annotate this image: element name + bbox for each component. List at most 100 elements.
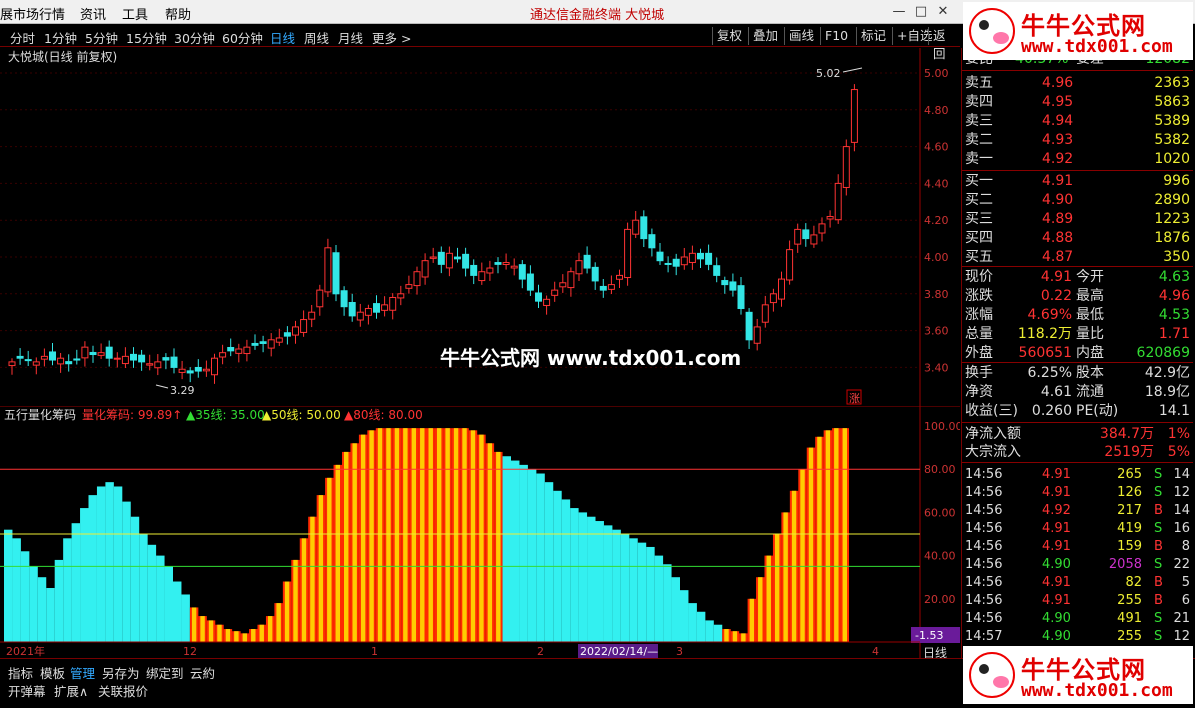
candle-body[interactable]: [300, 319, 308, 333]
candle-body[interactable]: [826, 216, 834, 220]
candle-body[interactable]: [73, 358, 81, 361]
candle-body[interactable]: [575, 260, 583, 275]
candle-body[interactable]: [170, 356, 178, 368]
tab-1min[interactable]: 1分钟: [44, 28, 77, 47]
candle-body[interactable]: [316, 289, 324, 308]
candle-body[interactable]: [510, 265, 518, 269]
candle-body[interactable]: [786, 249, 794, 281]
candle-body[interactable]: [267, 339, 275, 349]
candle-body[interactable]: [8, 361, 16, 367]
candle-body[interactable]: [713, 265, 721, 276]
tab-5min[interactable]: 5分钟: [85, 28, 118, 47]
candle-body[interactable]: [551, 289, 559, 296]
f10-button[interactable]: F10: [820, 27, 852, 45]
back-button[interactable]: 返回: [928, 27, 960, 61]
candle-body[interactable]: [672, 258, 680, 267]
candle-body[interactable]: [340, 290, 348, 308]
candle-body[interactable]: [235, 348, 243, 354]
candle-body[interactable]: [194, 366, 202, 372]
candle-body[interactable]: [219, 352, 227, 358]
candle-body[interactable]: [688, 252, 696, 263]
close-icon[interactable]: ✕: [934, 3, 952, 21]
candle-body[interactable]: [332, 252, 340, 295]
candle-body[interactable]: [753, 326, 761, 344]
candle-body[interactable]: [186, 370, 194, 374]
menu-news[interactable]: 资讯: [80, 4, 106, 23]
indicator-panel[interactable]: 100.00 80.00 60.00 40.00 20.00 五行量化筹码 量化筹码: …: [0, 406, 960, 658]
candle-body[interactable]: [57, 357, 65, 365]
candle-body[interactable]: [211, 357, 218, 376]
candle-body[interactable]: [81, 346, 89, 359]
tab-cloud[interactable]: 云約: [190, 663, 215, 682]
candle-body[interactable]: [146, 363, 154, 366]
candle-body[interactable]: [697, 252, 704, 260]
candle-body[interactable]: [130, 353, 137, 361]
candle-body[interactable]: [502, 262, 510, 266]
candle-body[interactable]: [373, 303, 380, 313]
candle-body[interactable]: [49, 351, 56, 361]
candle-body[interactable]: [259, 341, 267, 344]
candle-body[interactable]: [356, 311, 364, 321]
candle-body[interactable]: [251, 342, 259, 346]
candle-body[interactable]: [178, 368, 186, 373]
candle-body[interactable]: [494, 262, 502, 265]
tab-more[interactable]: 更多 >: [372, 28, 411, 47]
candle-body[interactable]: [486, 267, 494, 274]
menu-help[interactable]: 帮助: [165, 4, 191, 23]
tab-indicator[interactable]: 指标: [8, 663, 33, 682]
candle-body[interactable]: [745, 311, 753, 341]
candle-body[interactable]: [632, 219, 640, 235]
candle-body[interactable]: [381, 304, 389, 311]
candle-body[interactable]: [778, 278, 785, 300]
candle-body[interactable]: [364, 308, 372, 316]
candle-body[interactable]: [802, 229, 810, 240]
candle-body[interactable]: [97, 352, 105, 356]
candle-body[interactable]: [705, 252, 713, 265]
overlay-button[interactable]: 叠加: [748, 27, 782, 45]
candle-body[interactable]: [162, 357, 170, 361]
menu-market[interactable]: 展市场行情: [0, 4, 65, 23]
candle-body[interactable]: [656, 251, 664, 262]
tab-weekly[interactable]: 周线: [304, 28, 329, 47]
candle-body[interactable]: [405, 284, 413, 289]
expand-button[interactable]: 扩展∧: [54, 681, 88, 700]
candle-body[interactable]: [121, 355, 129, 365]
candle-body[interactable]: [138, 354, 146, 363]
minimize-icon[interactable]: —: [890, 3, 908, 21]
candle-body[interactable]: [818, 223, 826, 234]
tab-manage[interactable]: 管理: [70, 663, 95, 682]
candle-body[interactable]: [680, 256, 688, 266]
candle-body[interactable]: [769, 293, 777, 304]
candle-body[interactable]: [202, 368, 210, 372]
candle-body[interactable]: [445, 252, 453, 269]
related-quote-button[interactable]: 关联报价: [98, 681, 148, 700]
candle-body[interactable]: [65, 361, 73, 365]
tab-30min[interactable]: 30分钟: [174, 28, 215, 47]
candle-body[interactable]: [24, 359, 32, 362]
candle-body[interactable]: [16, 355, 24, 359]
candle-body[interactable]: [89, 351, 97, 356]
candle-body[interactable]: [794, 228, 802, 245]
candle-body[interactable]: [421, 260, 429, 278]
candle-body[interactable]: [429, 256, 437, 259]
candle-body[interactable]: [648, 234, 656, 249]
tab-template[interactable]: 模板: [40, 663, 65, 682]
candle-body[interactable]: [834, 182, 842, 221]
candle-body[interactable]: [559, 282, 567, 288]
tab-fenshi[interactable]: 分时: [10, 28, 35, 47]
candle-body[interactable]: [842, 146, 850, 188]
candle-body[interactable]: [113, 357, 121, 360]
mark-button[interactable]: 标记: [856, 27, 890, 45]
candle-body[interactable]: [616, 274, 623, 280]
candle-body[interactable]: [243, 346, 251, 355]
candle-body[interactable]: [462, 253, 470, 269]
candle-body[interactable]: [737, 285, 745, 310]
candle-body[interactable]: [850, 89, 858, 143]
candle-body[interactable]: [397, 293, 405, 299]
candle-body[interactable]: [283, 332, 291, 337]
candle-body[interactable]: [389, 296, 397, 311]
candle-body[interactable]: [275, 337, 283, 343]
candle-body[interactable]: [721, 280, 729, 286]
candle-body[interactable]: [154, 361, 162, 369]
candle-body[interactable]: [292, 326, 299, 336]
